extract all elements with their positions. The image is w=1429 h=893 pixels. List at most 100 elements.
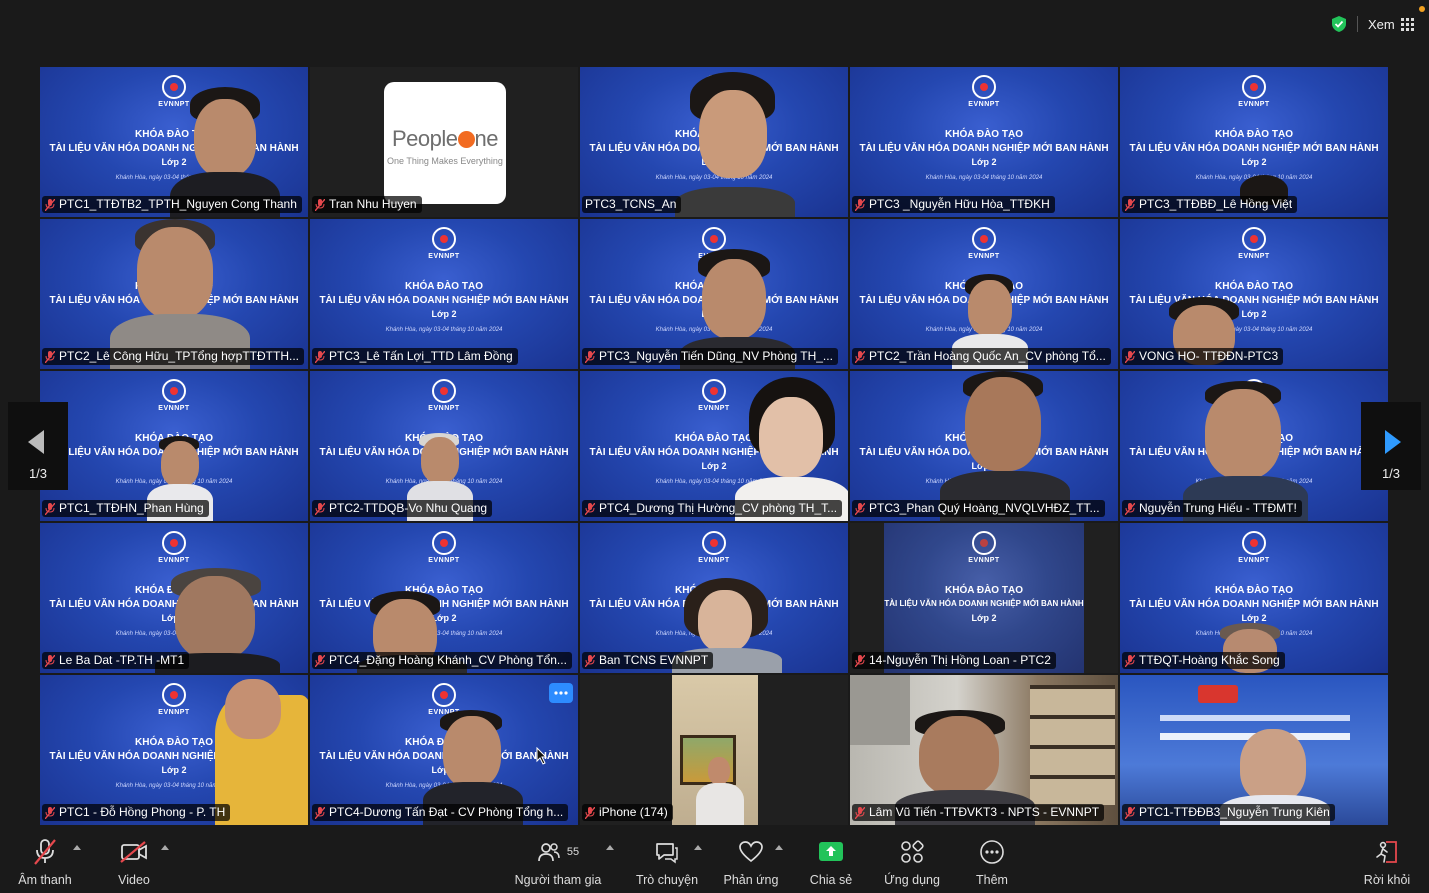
- slide-line3: Lớp 2: [971, 613, 997, 623]
- video-tile[interactable]: EVNNPT KHÓA ĐÀO TẠO TÀI LIỆU VĂN HÓA DOA…: [310, 371, 578, 521]
- mic-muted-icon: [1125, 806, 1135, 819]
- video-tile[interactable]: People ne One Thing Makes Everything Tran…: [310, 67, 578, 217]
- video-button[interactable]: Video: [100, 837, 168, 887]
- slide-line2: TÀI LIỆU VĂN HÓA DOANH NGHIỆP MỚI BAN HÀ…: [1129, 599, 1379, 610]
- participant-name-tag: PTC2_Lê Công Hữu_TPTổng hợpTTĐTTH...: [42, 348, 304, 365]
- mic-muted-icon: [855, 198, 865, 211]
- video-tile[interactable]: EVNNPT KHÓA ĐÀO TẠO TÀI LIỆU VĂN HÓA DOA…: [310, 675, 578, 825]
- share-screen-icon: [819, 842, 843, 861]
- previous-page-button[interactable]: 1/3: [8, 402, 68, 490]
- brand-text-end: ne: [474, 126, 499, 151]
- evn-logo-icon: [1242, 75, 1266, 99]
- page-indicator: 1/3: [1381, 466, 1401, 481]
- video-label: Video: [118, 873, 150, 887]
- video-tile[interactable]: EVNNPT KHÓA ĐÀO TẠO TÀI LIỆU VĂN HÓA DOA…: [1120, 67, 1388, 217]
- participant-name: TTĐQT-Hoàng Khắc Song: [1139, 653, 1280, 667]
- mic-muted-icon: [45, 806, 55, 819]
- leave-button[interactable]: Rời khỏi: [1358, 837, 1416, 887]
- participant-name-tag: VONG HO- TTĐĐN-PTC3: [1122, 348, 1284, 365]
- mic-muted-icon: [585, 502, 595, 515]
- video-tile[interactable]: EVNNPT KHÓA ĐÀO TẠO TÀI LIỆU VĂN HÓA DOA…: [580, 371, 848, 521]
- slide-org: EVNNPT: [968, 253, 1000, 260]
- audio-button[interactable]: Âm thanh: [10, 837, 80, 887]
- participant-name-tag: PTC1_TTĐHN_Phan Hùng: [42, 500, 209, 517]
- profile-picture: People ne One Thing Makes Everything: [384, 82, 506, 204]
- video-options-caret[interactable]: [161, 845, 169, 850]
- video-tile[interactable]: EVNNPT KHÓA ĐÀO TẠO TÀI LIỆU VĂN HÓA DOA…: [40, 371, 308, 521]
- reactions-button[interactable]: Phản ứng: [720, 837, 782, 887]
- chat-button[interactable]: Trò chuyện: [632, 837, 702, 887]
- video-tile[interactable]: EVNNPT KHÓA ĐÀO TẠO TÀI LIỆU VĂN HÓA DOA…: [40, 219, 308, 369]
- more-options-button[interactable]: [549, 683, 573, 703]
- participant-name-tag: PTC3_Nguyễn Tiến Dũng_NV Phòng TH_...: [582, 348, 838, 365]
- slide-line3: Lớp 2: [1241, 613, 1267, 623]
- evn-logo-icon: [972, 227, 996, 251]
- evn-logo-icon: [432, 531, 456, 555]
- participants-options-caret[interactable]: [606, 845, 614, 850]
- participant-name: PTC3 _Nguyễn Hữu Hòa_TTĐKH: [869, 197, 1050, 211]
- reactions-options-caret[interactable]: [775, 845, 783, 850]
- video-tile[interactable]: EVNNPT KHÓA ĐÀO TẠO TÀI LIỆU VĂN HÓA DOA…: [580, 523, 848, 673]
- slide-line3: Lớp 2: [1241, 157, 1267, 167]
- video-tile[interactable]: Lâm Vũ Tiến -TTĐVKT3 - NPTS - EVNNPT: [850, 675, 1118, 825]
- mic-muted-icon: [315, 654, 325, 667]
- slide-line3: Lớp 2: [1241, 309, 1267, 319]
- participant-name-tag: PTC3 _Nguyễn Hữu Hòa_TTĐKH: [852, 196, 1055, 213]
- chat-label: Trò chuyện: [635, 873, 699, 887]
- evn-logo-icon: [972, 75, 996, 99]
- video-tile[interactable]: EVNNPT KHÓA ĐÀO TẠO TÀI LIỆU VĂN HÓA DOA…: [40, 523, 308, 673]
- video-tile[interactable]: EVNNPT KHÓA ĐÀO TẠO TÀI LIỆU VĂN HÓA DOA…: [310, 219, 578, 369]
- participant-figure: [110, 219, 250, 369]
- participant-count: 55: [566, 846, 580, 858]
- video-tile-active-speaker[interactable]: EVNNPT KHÓA ĐÀO TẠO TÀI LIỆU VĂN HÓA DOA…: [580, 67, 848, 217]
- participant-name-tag: PTC2-TTDQB-Vo Nhu Quang: [312, 500, 493, 517]
- audio-options-caret[interactable]: [73, 845, 81, 850]
- video-tile[interactable]: EVNNPT KHÓA ĐÀO TẠO TÀI LIỆU VĂN HÓA DOA…: [310, 523, 578, 673]
- participant-name: PTC3_TTĐBĐ_Lê Hồng Việt: [1139, 197, 1293, 211]
- mic-muted-icon: [1125, 350, 1135, 363]
- participant-name: PTC1-TTĐĐB3_Nguyễn Trung Kiên: [1139, 805, 1330, 819]
- video-tile[interactable]: EVNNPT KHÓA ĐÀO TẠO TÀI LIỆU VĂN HÓA DOA…: [850, 219, 1118, 369]
- leave-door-icon: [1376, 841, 1397, 863]
- video-tile[interactable]: EVNNPT KHÓA ĐÀO TẠO TÀI LIỆU VĂN HÓA DOA…: [1120, 371, 1388, 521]
- next-page-button[interactable]: 1/3: [1361, 402, 1421, 490]
- audio-label: Âm thanh: [18, 873, 72, 887]
- mic-muted-icon: [315, 502, 325, 515]
- participant-name: 14-Nguyễn Thị Hồng Loan - PTC2: [869, 653, 1051, 667]
- apps-icon: [901, 840, 924, 863]
- video-tile[interactable]: EVNNPT KHÓA ĐÀO TẠO TÀI LIỆU VĂN HÓA DOA…: [40, 67, 308, 217]
- more-button[interactable]: Thêm: [966, 837, 1018, 887]
- participant-name: PTC2-TTDQB-Vo Nhu Quang: [329, 501, 488, 515]
- video-tile[interactable]: EVNNPT KHÓA ĐÀO TẠO TÀI LIỆU VĂN HÓA DOA…: [850, 67, 1118, 217]
- video-tile[interactable]: EVNNPT KHÓA ĐÀO TẠO TÀI LIỆU VĂN HÓA DOA…: [850, 371, 1118, 521]
- participant-figure: [205, 675, 308, 825]
- participant-name-tag: PTC3_Lê Tấn Lợi_TTD Lâm Đồng: [312, 348, 518, 365]
- mic-muted-icon: [45, 654, 55, 667]
- mic-muted-icon: [855, 806, 865, 819]
- participant-name: PTC4_Đặng Hoàng Khánh_CV Phòng Tổn...: [329, 653, 567, 667]
- video-tile[interactable]: EVNNPT KHÓA ĐÀO TẠO TÀI LIỆU VĂN HÓA DOA…: [1120, 219, 1388, 369]
- video-tile[interactable]: iPhone (174): [580, 675, 848, 825]
- shield-check-icon[interactable]: [1330, 15, 1348, 33]
- mic-muted-icon: [1125, 654, 1135, 667]
- heart-icon: [739, 841, 763, 863]
- chat-options-caret[interactable]: [694, 845, 702, 850]
- participant-name: PTC3_Nguyễn Tiến Dũng_NV Phòng TH_...: [599, 349, 833, 363]
- participant-name-tag: 14-Nguyễn Thị Hồng Loan - PTC2: [852, 652, 1056, 669]
- more-label: Thêm: [976, 873, 1008, 887]
- apps-button[interactable]: Ứng dụng: [878, 837, 946, 887]
- participants-button[interactable]: 55 Người tham gia: [512, 837, 604, 887]
- share-screen-button[interactable]: Chia sẻ: [803, 837, 859, 887]
- participant-name-tag: PTC4-Dương Tấn Đạt - CV Phòng Tổng h...: [312, 804, 569, 821]
- video-tile[interactable]: EVNNPT KHÓA ĐÀO TẠO TÀI LIỆU VĂN HÓA DOA…: [1120, 523, 1388, 673]
- video-tile[interactable]: EVNNPT KHÓA ĐÀO TẠO TÀI LIỆU VĂN HÓA DOA…: [850, 523, 1118, 673]
- video-tile[interactable]: EVNNPT KHÓA ĐÀO TẠO TÀI LIỆU VĂN HÓA DOA…: [580, 219, 848, 369]
- slide-line3: Lớp 2: [971, 157, 997, 167]
- participant-name-tag: iPhone (174): [582, 804, 673, 821]
- video-tile[interactable]: PTC1-TTĐĐB3_Nguyễn Trung Kiên: [1120, 675, 1388, 825]
- participant-name: PTC1_TTĐTB2_TPTH_Nguyen Cong Thanh: [59, 197, 297, 211]
- mic-muted-icon: [315, 350, 325, 363]
- view-button[interactable]: Xem: [1368, 15, 1414, 33]
- participant-name-tag: PTC4_Dương Thị Hường_CV phòng TH_T...: [582, 500, 843, 517]
- video-tile[interactable]: EVNNPT KHÓA ĐÀO TẠO TÀI LIỆU VĂN HÓA DOA…: [40, 675, 308, 825]
